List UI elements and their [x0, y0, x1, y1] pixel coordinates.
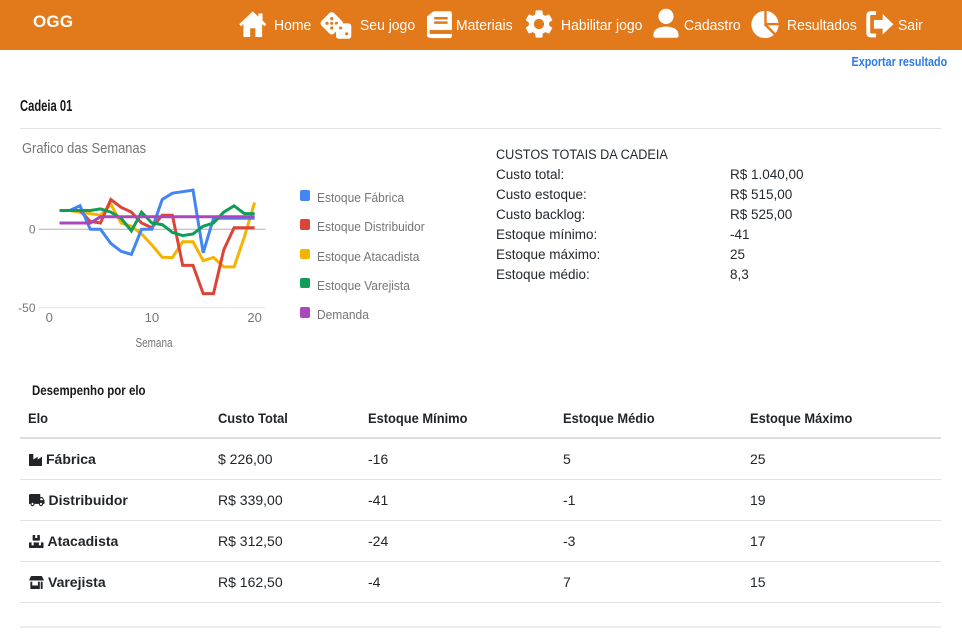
- svg-text:10: 10: [145, 310, 159, 325]
- svg-text:Semana: Semana: [136, 335, 174, 350]
- svg-text:-50: -50: [18, 301, 36, 315]
- svg-text:0: 0: [29, 223, 36, 237]
- svg-text:0: 0: [46, 310, 53, 325]
- svg-text:20: 20: [247, 310, 261, 325]
